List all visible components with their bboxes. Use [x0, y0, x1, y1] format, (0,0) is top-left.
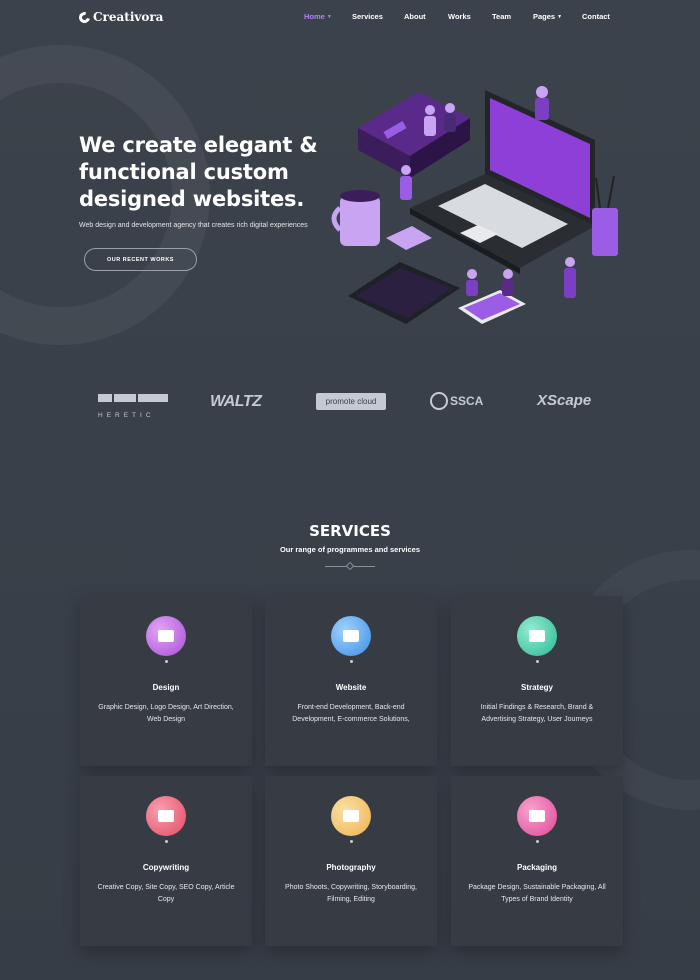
nav-label: Services: [352, 12, 383, 21]
strategy-icon: [517, 616, 557, 656]
chevron-down-icon: ▼: [326, 13, 332, 20]
tablet-illustration: [348, 262, 460, 324]
card-title: Packaging: [516, 863, 557, 872]
logo-text: Creativora: [93, 10, 164, 24]
recent-works-button[interactable]: OUR RECENT WORKS: [84, 248, 197, 271]
services-title: SERVICES: [0, 522, 700, 540]
partner-logo-text: HERETIC: [98, 412, 155, 419]
logo[interactable]: Creativora: [76, 9, 164, 25]
hero-title-line: designed websites.: [79, 186, 359, 213]
hero-subtitle: Web design and development agency that c…: [79, 222, 308, 229]
card-title: Design: [152, 683, 180, 692]
logo-icon: [76, 9, 93, 25]
partner-logos: HERETIC WALTZ promote cloud SSCA XScape: [90, 390, 610, 420]
partner-logo-text: SSCA: [450, 394, 484, 408]
partner-logo-text: promote cloud: [325, 397, 377, 406]
card-dot: [536, 840, 539, 843]
card-dot: [165, 660, 168, 663]
card-dot: [350, 660, 353, 663]
nav-item-about[interactable]: About: [404, 12, 426, 21]
nav-label: Home: [304, 12, 325, 21]
hero-title: We create elegant & functional custom de…: [79, 132, 359, 213]
notepad-illustration: [386, 226, 432, 250]
service-card-copywriting[interactable]: Copywriting Creative Copy, Site Copy, SE…: [80, 776, 252, 946]
nav-item-works[interactable]: Works: [448, 12, 471, 21]
nav-item-contact[interactable]: Contact: [582, 12, 610, 21]
header: Creativora Home ▼ Services About Works Te…: [0, 0, 700, 36]
partner-logo-text: WALTZ: [210, 393, 262, 410]
page: Creativora Home ▼ Services About Works Te…: [0, 0, 700, 980]
nav-label: About: [404, 12, 426, 21]
card-dot: [165, 840, 168, 843]
card-title: Website: [335, 683, 367, 692]
card-title: Strategy: [520, 683, 553, 692]
photography-icon: [331, 796, 371, 836]
partner-logo-text: XScape: [537, 392, 592, 409]
service-card-design[interactable]: Design Graphic Design, Logo Design, Art …: [80, 596, 252, 766]
partner-logo-ssca[interactable]: SSCA: [430, 392, 483, 410]
nav-label: Team: [492, 12, 512, 21]
mug-illustration: [331, 190, 380, 246]
code-icon: [331, 616, 371, 656]
card-description: Creative Copy, Site Copy, SEO Copy, Arti…: [97, 884, 235, 903]
nav-item-services[interactable]: Services: [352, 12, 383, 21]
nav-item-home[interactable]: Home ▼: [304, 12, 332, 21]
chevron-down-icon: ▼: [557, 13, 563, 20]
divider-diamond-icon: [345, 561, 355, 571]
card-description: Graphic Design, Logo Design, Art Directi…: [98, 704, 234, 723]
card-description: Package Design, Sustainable Packaging, A…: [468, 884, 606, 903]
nav-label: Contact: [582, 12, 610, 21]
hero-title-word: designed: [79, 187, 186, 211]
nav-item-pages[interactable]: Pages ▼: [533, 12, 562, 21]
nav-item-team[interactable]: Team: [492, 12, 511, 21]
service-card-strategy[interactable]: Strategy Initial Findings & Research, Br…: [451, 596, 623, 766]
service-card-website[interactable]: Website Front-end Development, Back-end …: [265, 596, 437, 766]
nav-label: Pages: [533, 12, 556, 21]
card-description: Photo Shoots, Copywriting, Storyboarding…: [285, 884, 417, 903]
hero-illustration: [331, 86, 618, 324]
hero-title-line: functional custom: [79, 160, 289, 184]
card-dot: [350, 840, 353, 843]
card-title: Photography: [326, 863, 376, 872]
packaging-icon: [517, 796, 557, 836]
partner-logo-heretic[interactable]: HERETIC: [98, 394, 168, 422]
hero-title-highlight: websites.: [192, 187, 305, 212]
card-dot: [536, 660, 539, 663]
pencil-cup-illustration: [592, 175, 618, 256]
service-card-photography[interactable]: Photography Photo Shoots, Copywriting, S…: [265, 776, 437, 946]
nav-label: Works: [448, 12, 471, 21]
card-description: Front-end Development, Back-end Developm…: [292, 704, 410, 723]
service-card-packaging[interactable]: Packaging Package Design, Sustainable Pa…: [451, 776, 623, 946]
partner-logo-waltz[interactable]: WALTZ: [210, 393, 262, 411]
card-title: Copywriting: [142, 863, 190, 872]
design-icon: [146, 616, 186, 656]
ssca-mark-icon: [430, 392, 448, 410]
partner-logo-promote-cloud[interactable]: promote cloud: [316, 393, 386, 410]
partner-logo-xscape[interactable]: XScape: [537, 392, 591, 409]
hero-title-line: We create elegant &: [79, 133, 318, 157]
copywriting-icon: [146, 796, 186, 836]
services-title-text: SERVICES: [305, 522, 395, 540]
services-subtitle: Our range of programmes and services: [279, 545, 421, 554]
card-description: Initial Findings & Research, Brand & Adv…: [480, 704, 594, 723]
